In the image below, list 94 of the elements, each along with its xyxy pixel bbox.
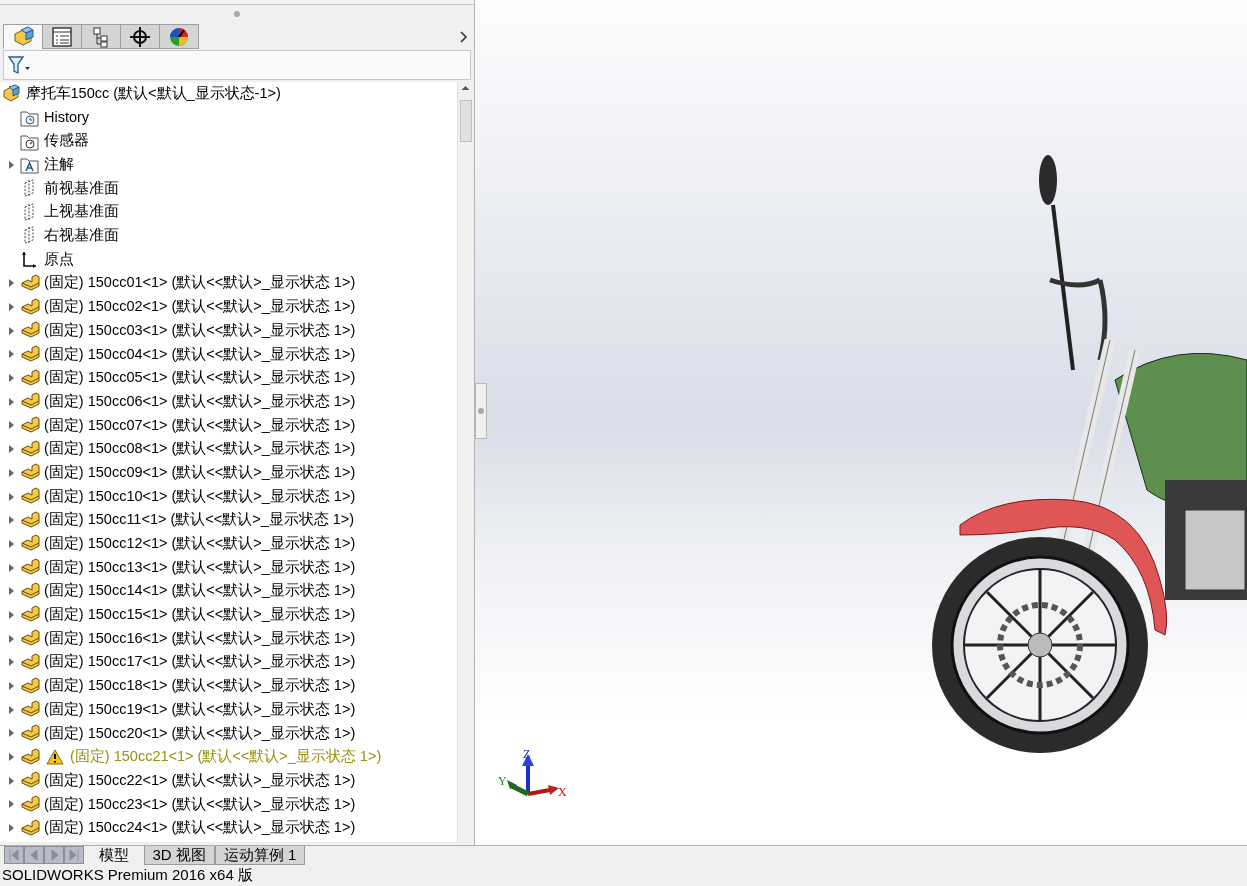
x-axis-arrow <box>527 785 559 796</box>
part-icon <box>20 723 40 743</box>
tree-item[interactable]: (固定) 150cc24<1> (默认<<默认>_显示状态 1>) <box>44 817 356 840</box>
part-icon <box>20 652 40 672</box>
expand-arrow-icon[interactable] <box>8 160 14 169</box>
tree-item[interactable]: (固定) 150cc02<1> (默认<<默认>_显示状态 1>) <box>44 296 356 318</box>
panel-tab[interactable] <box>42 24 82 49</box>
y-axis-arrow <box>507 780 530 797</box>
expand-arrow-icon[interactable] <box>8 445 14 454</box>
status-bar: SOLIDWORKS Premium 2016 x64 版 <box>0 864 1247 886</box>
expand-arrow-icon[interactable] <box>8 682 14 691</box>
crosshair-icon <box>129 25 151 48</box>
expand-arrow-icon[interactable] <box>8 658 14 667</box>
expand-arrow-icon[interactable] <box>8 350 14 359</box>
tree-item[interactable]: (固定) 150cc18<1> (默认<<默认>_显示状态 1>) <box>44 675 356 697</box>
expand-arrow-icon[interactable] <box>8 776 14 785</box>
tree-item[interactable]: History <box>44 106 90 129</box>
tree-item[interactable]: (固定) 150cc10<1> (默认<<默认>_显示状态 1>) <box>44 485 356 508</box>
part-icon <box>20 344 40 364</box>
tree-item[interactable]: (固定) 150cc04<1> (默认<<默认>_显示状态 1>) <box>44 343 356 366</box>
panel-collapse-handle[interactable] <box>475 383 487 439</box>
part-icon <box>20 297 40 317</box>
expand-arrow-icon[interactable] <box>8 610 14 619</box>
expand-arrow-icon[interactable] <box>8 824 14 833</box>
expand-arrow-icon[interactable] <box>8 374 14 383</box>
first-icon[interactable] <box>3 846 24 864</box>
part-icon <box>20 676 40 696</box>
expand-arrow-icon[interactable] <box>8 421 14 430</box>
tree-item[interactable]: (固定) 150cc07<1> (默认<<默认>_显示状态 1>) <box>44 414 356 437</box>
tree-item[interactable]: 右视基准面 <box>44 225 119 247</box>
panel-tab[interactable] <box>120 24 160 49</box>
annotation-folder-icon <box>20 155 40 175</box>
part-icon <box>20 439 40 459</box>
history-folder-icon <box>20 108 40 128</box>
tree-item[interactable]: (固定) 150cc16<1> (默认<<默认>_显示状态 1>) <box>44 627 356 650</box>
tree-item[interactable]: 原点 <box>44 248 74 271</box>
tree-item[interactable]: (固定) 150cc22<1> (默认<<默认>_显示状态 1>) <box>44 769 356 792</box>
filter-icon[interactable] <box>7 55 30 75</box>
tree-item[interactable]: 注解 <box>44 154 74 176</box>
expand-arrow-icon[interactable] <box>8 753 14 762</box>
property-list-icon <box>51 25 73 48</box>
tree-item[interactable]: (固定) 150cc20<1> (默认<<默认>_显示状态 1>) <box>44 722 356 745</box>
expand-arrow-icon[interactable] <box>8 729 14 738</box>
tree-item[interactable]: 上视基准面 <box>44 201 119 224</box>
expand-arrow-icon[interactable] <box>8 516 14 525</box>
tree-item[interactable]: 传感器 <box>44 130 89 153</box>
tree-item[interactable]: 摩托车150cc (默认<默认_显示状态-1>) <box>25 82 281 105</box>
expand-arrow-icon[interactable] <box>8 303 14 312</box>
tree-item[interactable]: (固定) 150cc23<1> (默认<<默认>_显示状态 1>) <box>44 793 356 816</box>
scroll-thumb[interactable] <box>460 100 472 142</box>
tree-item[interactable]: (固定) 150cc19<1> (默认<<默认>_显示状态 1>) <box>44 698 356 721</box>
tree-item[interactable]: (固定) 150cc09<1> (默认<<默认>_显示状态 1>) <box>44 461 356 484</box>
panel-tab[interactable] <box>81 24 121 49</box>
tree-item[interactable]: (固定) 150cc14<1> (默认<<默认>_显示状态 1>) <box>44 580 356 603</box>
feature-tree-icon <box>12 25 34 48</box>
x-axis-label: X <box>558 785 567 799</box>
tree-item[interactable]: (固定) 150cc11<1> (默认<<默认>_显示状态 1>) <box>44 509 355 532</box>
part-icon <box>20 581 40 601</box>
expand-arrow-icon[interactable] <box>8 468 14 477</box>
part-icon <box>20 415 40 435</box>
part-icon <box>20 794 40 814</box>
tree-item[interactable]: (固定) 150cc13<1> (默认<<默认>_显示状态 1>) <box>44 556 356 579</box>
tree-item[interactable]: (固定) 150cc17<1> (默认<<默认>_显示状态 1>) <box>44 651 356 674</box>
part-icon <box>20 818 40 838</box>
tree-item[interactable]: (固定) 150cc08<1> (默认<<默认>_显示状态 1>) <box>44 438 356 461</box>
expand-arrow-icon[interactable] <box>8 587 14 596</box>
tree-item[interactable]: (固定) 150cc06<1> (默认<<默认>_显示状态 1>) <box>44 390 356 413</box>
expand-arrow-icon[interactable] <box>8 492 14 501</box>
part-icon <box>20 273 40 293</box>
tree-item[interactable]: (固定) 150cc03<1> (默认<<默认>_显示状态 1>) <box>44 319 356 342</box>
part-icon <box>20 747 40 767</box>
tree-item[interactable]: (固定) 150cc15<1> (默认<<默认>_显示状态 1>) <box>44 604 356 626</box>
color-wheel-icon <box>168 25 190 48</box>
tree-item[interactable]: (固定) 150cc05<1> (默认<<默认>_显示状态 1>) <box>44 367 356 389</box>
tree-item[interactable]: 前视基准面 <box>44 177 119 200</box>
expand-arrow-icon[interactable] <box>8 800 14 809</box>
y-axis-label: Y <box>498 774 507 788</box>
expand-arrow-icon[interactable] <box>8 563 14 572</box>
part-icon <box>20 510 40 530</box>
expand-arrow-icon[interactable] <box>8 326 14 335</box>
part-icon <box>20 368 40 388</box>
expand-arrow-icon[interactable] <box>8 539 14 548</box>
expand-arrow-icon[interactable] <box>8 634 14 643</box>
expand-arrow-icon[interactable] <box>8 279 14 288</box>
z-axis-label: Z <box>523 748 531 761</box>
expand-arrow-icon[interactable] <box>8 705 14 714</box>
view-tab[interactable]: 运动算例 1 <box>214 846 306 865</box>
view-tab[interactable]: 3D 视图 <box>143 846 215 865</box>
tree-item[interactable]: (固定) 150cc01<1> (默认<<默认>_显示状态 1>) <box>44 272 356 295</box>
splitter-grip-icon[interactable] <box>234 11 240 17</box>
panel-tab[interactable] <box>159 24 199 49</box>
tree-item[interactable]: (固定) 150cc12<1> (默认<<默认>_显示状态 1>) <box>44 533 356 555</box>
assembly-icon <box>2 84 22 104</box>
expand-arrow-icon[interactable] <box>8 397 14 406</box>
